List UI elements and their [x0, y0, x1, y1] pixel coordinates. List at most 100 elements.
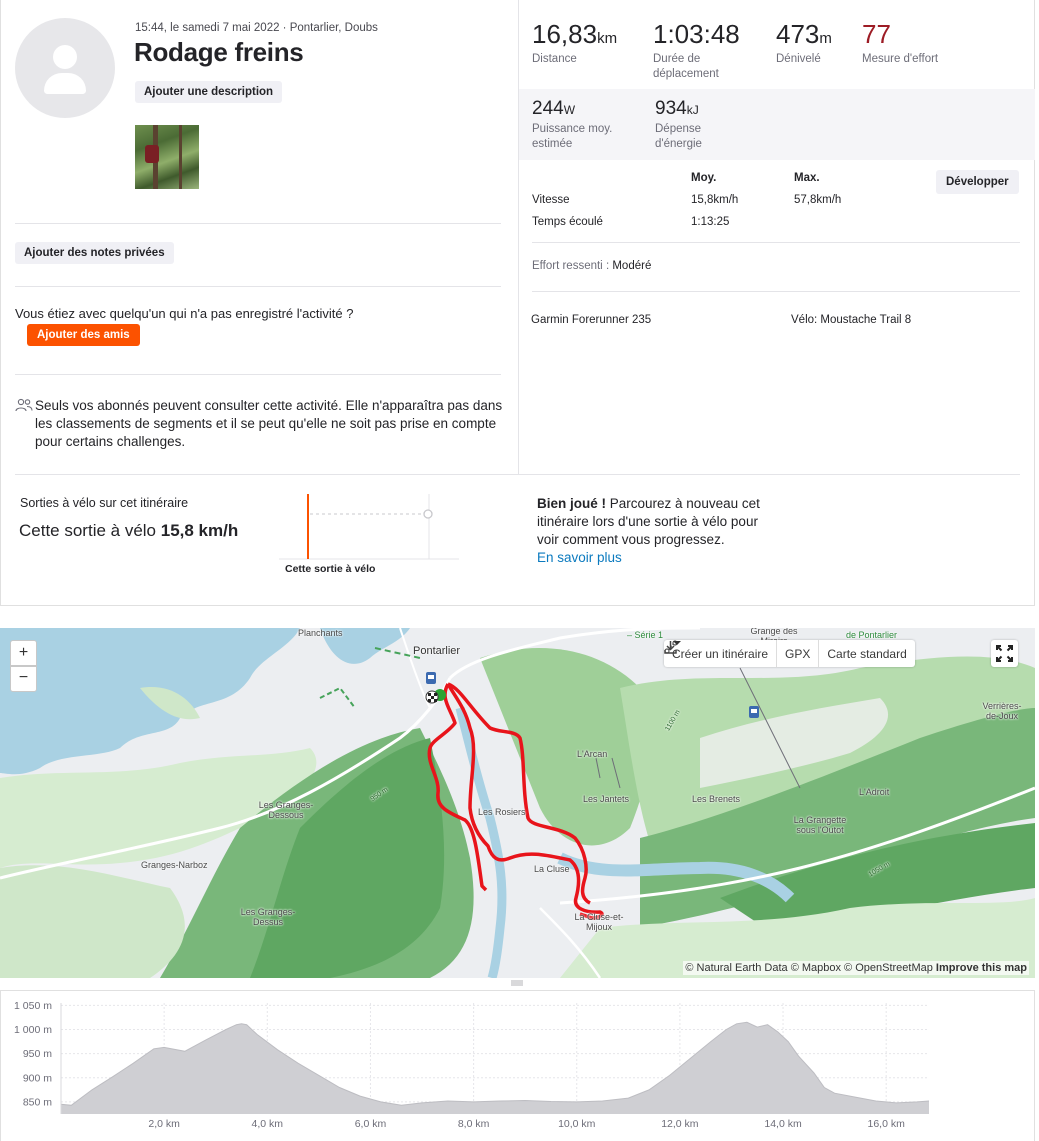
route-ride-speed: Cette sortie à vélo 15,8 km/h: [19, 521, 239, 540]
divider: [15, 474, 1020, 475]
map-label-granges-dessus: Les Granges-Dessus: [240, 907, 296, 927]
stat-distance-label: Distance: [532, 53, 577, 65]
followers-icon: [15, 398, 33, 412]
stat-energy-label: Dépense d'énergie: [655, 123, 702, 150]
map-attribution-text: © Natural Earth Data © Mapbox © OpenStre…: [685, 962, 936, 974]
stat-moving-time-value: 1:03:48: [653, 19, 740, 49]
activity-photo-thumbnail[interactable]: [135, 125, 199, 189]
photo-tree-trunk: [179, 125, 182, 189]
route-encourage-bold: Bien joué !: [537, 496, 607, 511]
y-tick-label: 950 m: [23, 1048, 52, 1060]
x-tick-label: 14,0 km: [764, 1118, 802, 1130]
map-label-larcan: L'Arcan: [577, 749, 608, 759]
route-ride-speed-value: 15,8 km/h: [160, 521, 239, 540]
activity-title[interactable]: Rodage freins: [134, 37, 304, 68]
learn-more-link[interactable]: En savoir plus: [537, 550, 622, 565]
add-friends-button[interactable]: Ajouter des amis: [27, 324, 140, 346]
elevation-chart: 850 m 900 m 950 m 1 000 m 1 050 m 2,0 km 4,0 k…: [14, 1000, 930, 1130]
y-tick-label: 1 000 m: [14, 1024, 52, 1036]
x-tick-label: 2,0 km: [148, 1118, 180, 1130]
map-label-la-grangette: La Grangette sous l'Outot: [793, 815, 847, 835]
x-tick-label: 8,0 km: [458, 1118, 490, 1130]
map-label-de-pontarlier: de Pontarlier: [846, 630, 898, 640]
map-toolbar: Créer un itinéraire GPX Carte standard: [664, 640, 915, 667]
stat-elevation-value: 473: [776, 19, 820, 49]
gpx-export-button[interactable]: GPX: [664, 640, 820, 667]
row-elapsed-label: Temps écoulé: [532, 216, 603, 228]
elevation-area: [61, 1022, 929, 1114]
map-label-la-cluse-et-mijoux: La Cluse-et-Mijoux: [574, 912, 624, 932]
x-tick-label: 10,0 km: [558, 1118, 596, 1130]
map-label-les-rosiers: Les Rosiers: [478, 807, 526, 817]
fullscreen-button[interactable]: [991, 640, 1018, 667]
y-tick-label: 850 m: [23, 1096, 52, 1108]
stat-effort-value: 77: [862, 19, 891, 49]
stat-power-label: Puissance moy. estimée: [532, 123, 613, 150]
stat-distance-value: 16,83: [532, 19, 598, 49]
row-speed-label: Vitesse: [532, 194, 570, 206]
mini-chart-label: Cette sortie à vélo: [285, 563, 376, 575]
add-description-button[interactable]: Ajouter une description: [135, 81, 283, 103]
fullscreen-icon: [996, 645, 1013, 662]
route-section-title: Sorties à vélo sur cet itinéraire: [20, 496, 189, 510]
perceived-effort-value: Modéré: [612, 260, 652, 272]
y-tick-label: 900 m: [23, 1072, 52, 1084]
map-label-serie1: – Série 1: [627, 630, 664, 640]
divider: [532, 242, 1020, 243]
add-private-notes-button[interactable]: Ajouter des notes privées: [15, 242, 174, 264]
expand-button[interactable]: Développer: [936, 170, 1019, 194]
map-resize-handle[interactable]: [511, 980, 523, 986]
avatar-placeholder-head: [53, 45, 77, 69]
col-header-avg: Moy.: [691, 172, 717, 184]
map-label-granges-narboz: Granges-Narboz: [141, 860, 208, 870]
map-label-pontarlier: Pontarlier: [413, 645, 461, 657]
map-label-planchants: Planchants: [298, 628, 343, 638]
route-ride-speed-prefix: Cette sortie à vélo: [19, 521, 157, 540]
column-divider: [518, 0, 519, 474]
row-elapsed-avg: 1:13:25: [691, 216, 730, 228]
row-speed-max: 57,8km/h: [794, 194, 842, 206]
map-label-granges-dessous: Les Granges-Dessous: [258, 800, 314, 820]
map-canvas: [0, 628, 1035, 978]
route-encourage-text: Bien joué ! Parcourez à nouveau cet itin…: [537, 495, 767, 567]
stat-power: 244W Puissance moy. estimée: [532, 98, 632, 152]
map-style-select[interactable]: Carte standard: [673, 640, 914, 667]
stat-elevation-unit: m: [819, 30, 832, 47]
map-label-verrieres: Verrières-de-Joux: [982, 701, 1022, 721]
bike-name[interactable]: Vélo: Moustache Trail 8: [791, 314, 911, 326]
zoom-in-button[interactable]: +: [10, 640, 37, 666]
stat-relative-effort[interactable]: 77 Mesure d'effort: [862, 19, 938, 67]
privacy-notice: Seuls vos abonnés peuvent consulter cett…: [35, 398, 503, 449]
stat-effort-label: Mesure d'effort: [862, 53, 939, 65]
stat-energy-unit: kJ: [686, 103, 699, 117]
stat-energy-value: 934: [655, 98, 687, 119]
col-header-max: Max.: [794, 172, 820, 184]
zoom-out-button[interactable]: −: [10, 666, 37, 692]
stat-moving-time: 1:03:48 Durée de déplacement: [653, 19, 753, 82]
perceived-effort-label: Effort ressenti: [532, 260, 603, 272]
y-tick-label: 1 050 m: [14, 1000, 52, 1012]
route-map[interactable]: Planchants Pontarlier – Série 1 Grange d…: [0, 628, 1035, 978]
perceived-effort: Effort ressenti : Modéré: [532, 260, 652, 272]
divider: [532, 291, 1020, 292]
gpx-label: GPX: [785, 646, 811, 661]
divider: [15, 286, 501, 287]
elevation-profile[interactable]: 850 m 900 m 950 m 1 000 m 1 050 m 2,0 km 4,0 k…: [0, 990, 1035, 1141]
create-route-label: Créer un itinéraire: [672, 646, 769, 661]
avatar-placeholder-body: [44, 73, 86, 94]
stat-distance: 16,83km Distance: [532, 19, 617, 67]
map-label-les-jantets: Les Jantets: [583, 794, 630, 804]
avatar[interactable]: [15, 18, 115, 118]
map-style-label: Carte standard: [827, 646, 907, 661]
improve-map-link[interactable]: Improve this map: [936, 962, 1027, 974]
stat-elevation-label: Dénivelé: [776, 53, 821, 65]
device-name: Garmin Forerunner 235: [531, 314, 652, 326]
activity-date-location: 15:44, le samedi 7 mai 2022 · Pontarlier…: [135, 22, 378, 34]
map-label-la-cluse: La Cluse: [534, 864, 570, 874]
chevron-down-icon: [673, 641, 681, 645]
mini-chart-point: [423, 509, 433, 519]
stat-elevation: 473m Dénivelé: [776, 19, 832, 67]
activity-card: 15:44, le samedi 7 mai 2022 · Pontarlier…: [0, 0, 1035, 606]
row-speed-avg: 15,8km/h: [691, 194, 739, 206]
map-attribution: © Natural Earth Data © Mapbox © OpenStre…: [683, 961, 1029, 975]
